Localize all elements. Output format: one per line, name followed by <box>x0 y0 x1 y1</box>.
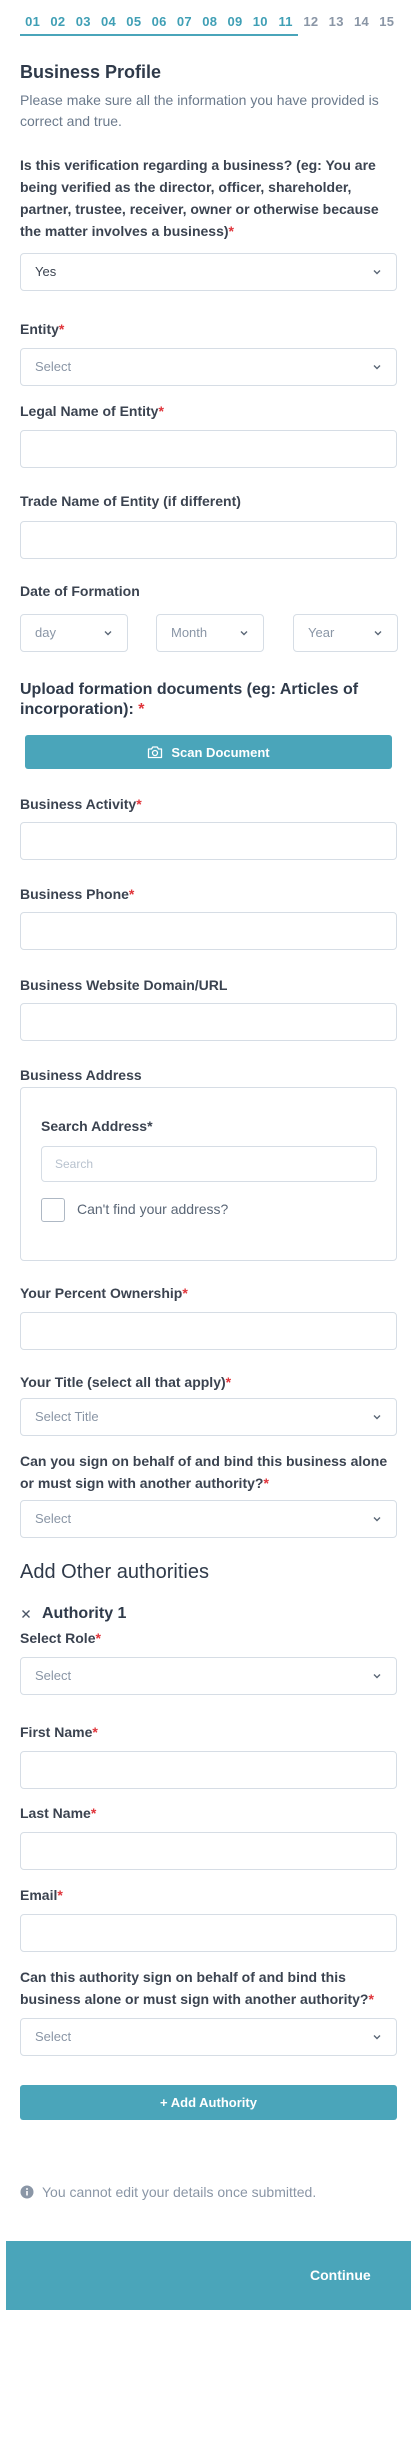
submit-notice: You cannot edit your details once submit… <box>20 2183 316 2201</box>
ownership-input[interactable] <box>20 1312 397 1350</box>
camera-icon <box>148 746 163 759</box>
other-authorities-heading: Add Other authorities <box>20 1561 209 1583</box>
legal-name-label: Legal Name of Entity* <box>20 403 164 419</box>
your-title-select[interactable]: Select Title <box>20 1398 397 1436</box>
sign-authority-select[interactable]: Select <box>20 1500 397 1538</box>
your-title-label: Your Title (select all that apply)* <box>20 1374 232 1390</box>
first-name-input[interactable] <box>20 1751 397 1789</box>
website-label: Business Website Domain/URL <box>20 977 228 993</box>
entity-label: Entity* <box>20 321 65 337</box>
chevron-down-icon <box>373 365 381 370</box>
ownership-label: Your Percent Ownership* <box>20 1285 188 1301</box>
day-select[interactable]: day <box>20 614 128 652</box>
close-icon[interactable] <box>20 1608 32 1620</box>
last-name-input[interactable] <box>20 1832 397 1870</box>
authority-sign-select[interactable]: Select <box>20 2018 397 2056</box>
chevron-down-icon <box>374 631 382 636</box>
search-address-input[interactable]: Search <box>41 1146 377 1182</box>
sign-authority-label: Can you sign on behalf of and bind this … <box>20 1453 388 1491</box>
step-tab-14[interactable]: 14 <box>349 12 374 38</box>
email-input[interactable] <box>20 1914 397 1952</box>
chevron-down-icon <box>373 270 381 275</box>
last-name-label: Last Name* <box>20 1805 97 1821</box>
search-address-label: Search Address* <box>41 1118 153 1134</box>
chevron-down-icon <box>373 1415 381 1420</box>
business-phone-input[interactable] <box>20 912 397 950</box>
step-progress-line <box>20 34 298 36</box>
verification-question-label: Is this verification regarding a busines… <box>20 157 379 239</box>
chevron-down-icon <box>240 631 248 636</box>
scan-document-button[interactable]: Scan Document <box>25 735 392 769</box>
date-formation-label: Date of Formation <box>20 583 140 599</box>
cant-find-address-checkbox[interactable] <box>41 1198 65 1222</box>
verification-select[interactable]: Yes <box>20 253 397 291</box>
email-label: Email* <box>20 1887 63 1903</box>
business-address-label: Business Address <box>20 1067 142 1083</box>
business-phone-label: Business Phone* <box>20 886 135 902</box>
page-subtitle: Please make sure all the information you… <box>20 92 379 129</box>
authority-sign-label: Can this authority sign on behalf of and… <box>20 1969 374 2007</box>
year-select[interactable]: Year <box>293 614 398 652</box>
chevron-down-icon <box>104 631 112 636</box>
business-activity-label: Business Activity* <box>20 796 142 812</box>
entity-select-placeholder: Select <box>35 359 72 374</box>
continue-button[interactable]: Continue <box>310 2267 371 2283</box>
step-tab-15[interactable]: 15 <box>374 12 399 38</box>
chevron-down-icon <box>373 2035 381 2040</box>
trade-name-input[interactable] <box>20 521 397 559</box>
date-formation-row: day Month Year <box>20 614 398 652</box>
business-activity-input[interactable] <box>20 822 397 860</box>
chevron-down-icon <box>373 1674 381 1679</box>
page-title: Business Profile <box>20 62 162 82</box>
select-role-select[interactable]: Select <box>20 1657 397 1695</box>
legal-name-input[interactable] <box>20 430 397 468</box>
month-select[interactable]: Month <box>156 614 264 652</box>
select-role-label: Select Role* <box>20 1630 101 1646</box>
first-name-label: First Name* <box>20 1724 98 1740</box>
verification-select-value: Yes <box>35 264 57 279</box>
authority-title: Authority 1 <box>42 1605 127 1622</box>
chevron-down-icon <box>373 1517 381 1522</box>
step-tab-12[interactable]: 12 <box>298 12 323 38</box>
business-address-box: Search Address* Search Can't find your a… <box>20 1087 397 1261</box>
authority-1-header: Authority 1 <box>20 1604 126 1624</box>
entity-select[interactable]: Select <box>20 348 397 386</box>
website-input[interactable] <box>20 1003 397 1041</box>
continue-bar: Continue <box>6 2241 411 2310</box>
step-tab-13[interactable]: 13 <box>324 12 349 38</box>
trade-name-label: Trade Name of Entity (if different) <box>20 493 241 509</box>
info-icon <box>20 2185 34 2199</box>
cant-find-address-label: Can't find your address? <box>77 1201 229 1217</box>
upload-label: Upload formation documents (eg: Articles… <box>20 681 359 718</box>
add-authority-button[interactable]: + Add Authority <box>20 2085 397 2120</box>
